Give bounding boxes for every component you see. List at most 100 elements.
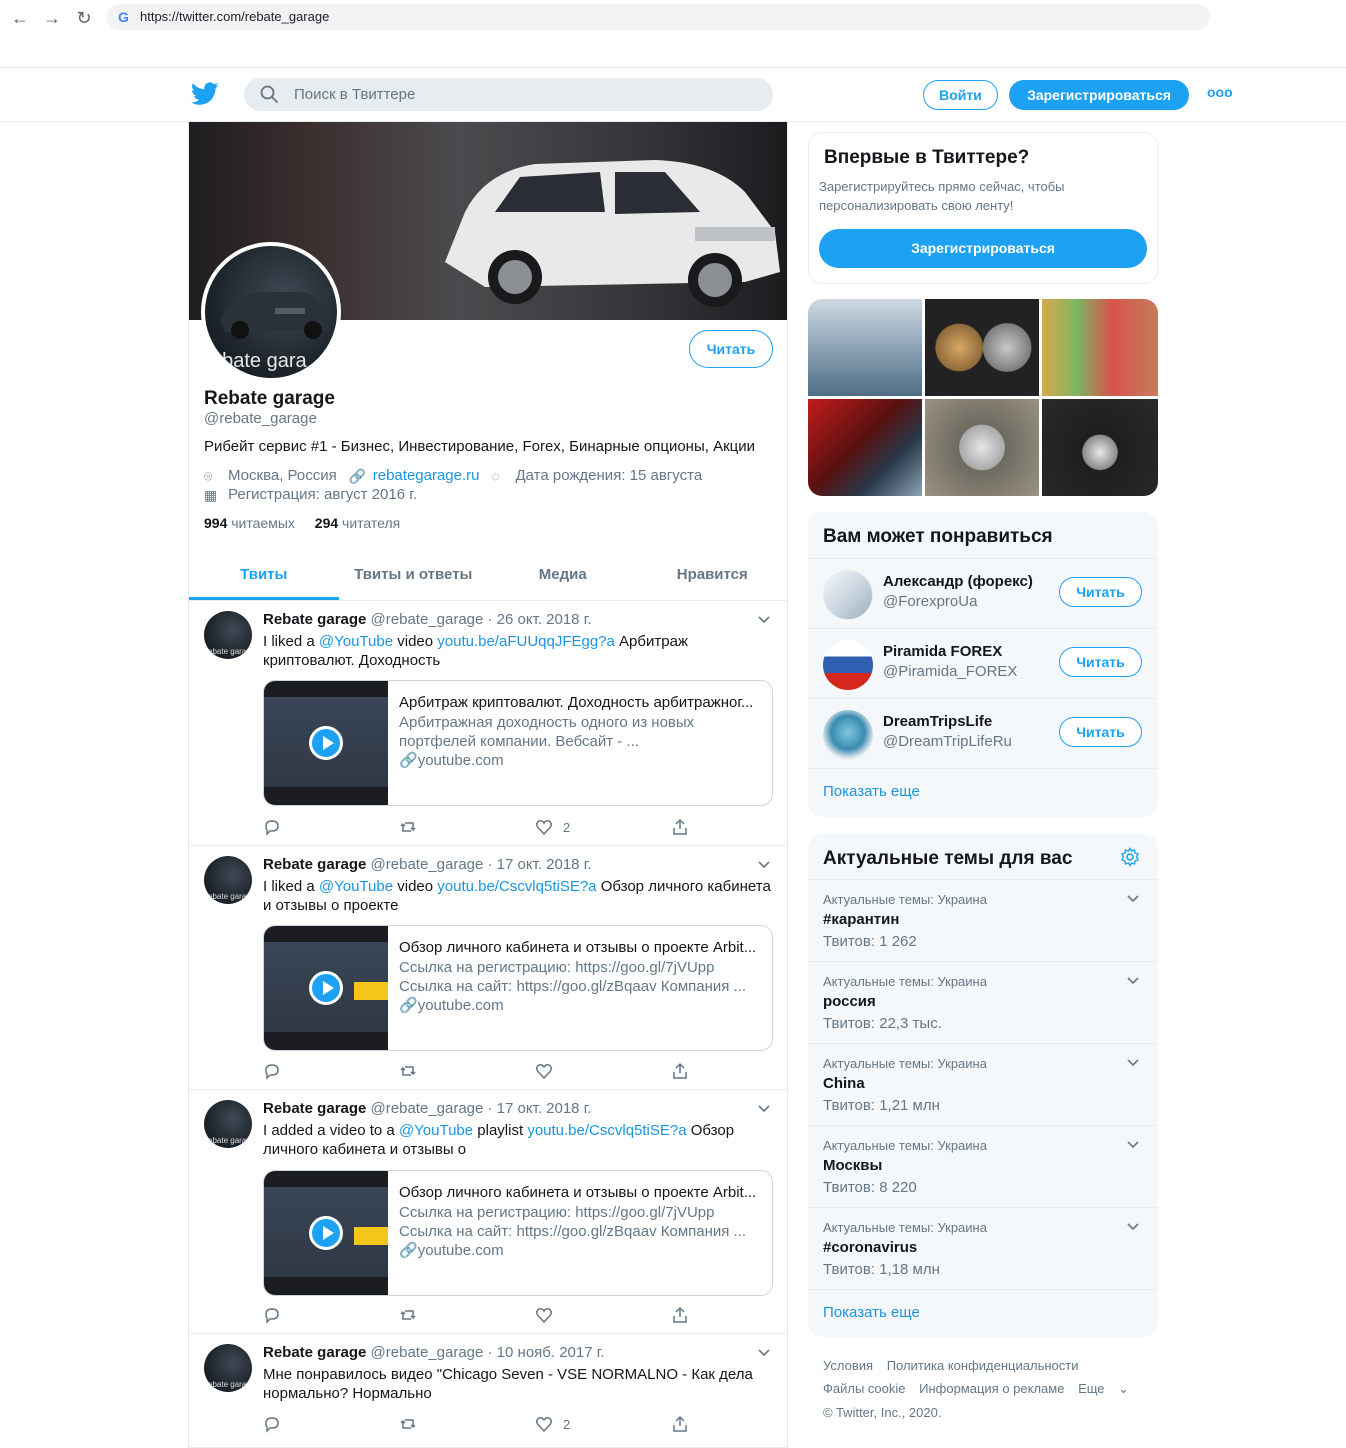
media-thumbnail[interactable] bbox=[808, 299, 922, 396]
like-icon[interactable] bbox=[535, 1061, 553, 1081]
chevron-down-icon[interactable] bbox=[1126, 1138, 1140, 1152]
video-thumbnail[interactable] bbox=[264, 926, 388, 1050]
trend-item[interactable]: Актуальные темы: Украина #карантин Твито… bbox=[808, 879, 1158, 961]
footer-privacy-link[interactable]: Политика конфиденциальности bbox=[887, 1358, 1079, 1373]
reply-icon[interactable] bbox=[263, 1061, 281, 1081]
tweet-author-name[interactable]: Rebate garage bbox=[263, 856, 366, 873]
twitter-logo-icon[interactable] bbox=[191, 82, 219, 106]
tab-media[interactable]: Медиа bbox=[488, 553, 638, 600]
forward-icon[interactable]: → bbox=[40, 6, 64, 30]
url-text[interactable]: https://twitter.com/rebate_garage bbox=[140, 9, 329, 24]
tab-tweets[interactable]: Твиты bbox=[189, 553, 339, 600]
tweet-meta[interactable]: @rebate_garage · 26 окт. 2018 г. bbox=[371, 611, 592, 628]
tweet-link[interactable]: youtu.be/Cscvlq5tiSE?a bbox=[527, 1122, 686, 1139]
share-icon[interactable] bbox=[671, 1414, 689, 1434]
profile-website-link[interactable]: rebategarage.ru bbox=[373, 467, 480, 484]
suggestion-name[interactable]: Piramida FOREX bbox=[883, 643, 1002, 660]
footer-ads-link[interactable]: Информация о рекламе bbox=[919, 1381, 1064, 1396]
retweet-icon[interactable] bbox=[399, 1305, 417, 1325]
suggestion-name[interactable]: Александр (форекс) bbox=[883, 573, 1033, 590]
chevron-down-icon[interactable] bbox=[1126, 892, 1140, 906]
trend-item[interactable]: Актуальные темы: Украина Москвы Твитов: … bbox=[808, 1125, 1158, 1207]
suggestion-item[interactable]: Александр (форекс) @ForexproUa Читать bbox=[808, 558, 1158, 628]
share-icon[interactable] bbox=[671, 1305, 689, 1325]
profile-avatar[interactable]: ebate gara bbox=[201, 242, 341, 382]
like-icon[interactable]: 2 bbox=[535, 817, 570, 837]
reload-icon[interactable]: ↻ bbox=[72, 6, 96, 30]
avatar[interactable] bbox=[823, 640, 873, 690]
play-icon[interactable] bbox=[309, 726, 343, 760]
tweet[interactable]: ebate gara Rebate garage @rebate_garage … bbox=[189, 846, 787, 1090]
trend-name[interactable]: China bbox=[823, 1075, 865, 1092]
show-more-link[interactable]: Показать еще bbox=[823, 1304, 920, 1321]
tweet-author-name[interactable]: Rebate garage bbox=[263, 1344, 366, 1361]
follow-button[interactable]: Читать bbox=[1059, 647, 1142, 677]
link-card[interactable]: Обзор личного кабинета и отзывы о проект… bbox=[263, 1170, 773, 1296]
trend-item[interactable]: Актуальные темы: Украина россия Твитов: … bbox=[808, 961, 1158, 1043]
tweet[interactable]: ebate gara Rebate garage @rebate_garage … bbox=[189, 1090, 787, 1334]
media-thumbnail[interactable] bbox=[808, 399, 922, 496]
address-bar[interactable]: G https://twitter.com/rebate_garage bbox=[106, 4, 1210, 30]
link-card[interactable]: Обзор личного кабинета и отзывы о проект… bbox=[263, 925, 773, 1051]
trend-name[interactable]: россия bbox=[823, 993, 876, 1010]
follow-button[interactable]: Читать bbox=[1059, 717, 1142, 747]
signup-promo-button[interactable]: Зарегистрироваться bbox=[819, 229, 1147, 268]
link-card[interactable]: Арбитраж криптовалют. Доходность арбитра… bbox=[263, 680, 773, 806]
signup-button[interactable]: Зарегистрироваться bbox=[1009, 80, 1189, 110]
trend-item[interactable]: Актуальные темы: Украина #coronavirus Тв… bbox=[808, 1207, 1158, 1289]
chevron-down-icon[interactable] bbox=[1126, 1220, 1140, 1234]
tweet-author-name[interactable]: Rebate garage bbox=[263, 1100, 366, 1117]
search-input[interactable] bbox=[294, 78, 754, 111]
back-icon[interactable]: ← bbox=[8, 6, 32, 30]
trend-name[interactable]: #coronavirus bbox=[823, 1239, 917, 1256]
tweet[interactable]: ebate gara Rebate garage @rebate_garage … bbox=[189, 601, 787, 846]
retweet-icon[interactable] bbox=[399, 1414, 417, 1434]
tweet-author-name[interactable]: Rebate garage bbox=[263, 611, 366, 628]
media-thumbnail[interactable] bbox=[925, 299, 1039, 396]
chevron-down-icon[interactable] bbox=[757, 1346, 771, 1360]
reply-icon[interactable] bbox=[263, 1305, 281, 1325]
chevron-down-icon[interactable] bbox=[1126, 1056, 1140, 1070]
follow-button[interactable]: Читать bbox=[689, 330, 773, 368]
reply-icon[interactable] bbox=[263, 817, 281, 837]
tweet-avatar[interactable]: ebate gara bbox=[204, 1344, 252, 1392]
tweet-link[interactable]: youtu.be/Cscvlq5tiSE?a bbox=[437, 878, 596, 895]
share-icon[interactable] bbox=[671, 817, 689, 837]
like-icon[interactable] bbox=[535, 1305, 553, 1325]
trend-name[interactable]: #карантин bbox=[823, 911, 899, 928]
avatar[interactable] bbox=[823, 710, 873, 760]
footer-terms-link[interactable]: Условия bbox=[823, 1358, 873, 1373]
followers-link[interactable]: 294 читателя bbox=[315, 515, 400, 531]
tweet[interactable]: ebate gara Rebate garage @rebate_garage … bbox=[189, 1334, 787, 1448]
media-thumbnail[interactable] bbox=[925, 399, 1039, 496]
tweet-meta[interactable]: @rebate_garage · 10 нояб. 2017 г. bbox=[371, 1344, 605, 1361]
video-thumbnail[interactable] bbox=[264, 681, 388, 805]
suggestion-item[interactable]: Piramida FOREX @Piramida_FOREX Читать bbox=[808, 628, 1158, 698]
chevron-down-icon[interactable] bbox=[1126, 974, 1140, 988]
chevron-down-icon[interactable] bbox=[757, 613, 771, 627]
tweet-avatar[interactable]: ebate gara bbox=[204, 611, 252, 659]
retweet-icon[interactable] bbox=[399, 1061, 417, 1081]
follow-button[interactable]: Читать bbox=[1059, 577, 1142, 607]
gear-icon[interactable] bbox=[1120, 847, 1140, 867]
avatar[interactable] bbox=[823, 570, 873, 620]
reply-icon[interactable] bbox=[263, 1414, 281, 1434]
more-options-icon[interactable]: ooo bbox=[1207, 84, 1233, 100]
retweet-icon[interactable] bbox=[399, 817, 417, 837]
chevron-down-icon[interactable] bbox=[757, 1102, 771, 1116]
trend-name[interactable]: Москвы bbox=[823, 1157, 882, 1174]
play-icon[interactable] bbox=[309, 971, 343, 1005]
tweet-meta[interactable]: @rebate_garage · 17 окт. 2018 г. bbox=[371, 856, 592, 873]
tweet-avatar[interactable]: ebate gara bbox=[204, 856, 252, 904]
mention-link[interactable]: @YouTube bbox=[399, 1122, 473, 1139]
media-thumbnail[interactable] bbox=[1042, 399, 1158, 496]
tweet-avatar[interactable]: ebate gara bbox=[204, 1100, 252, 1148]
chevron-down-icon[interactable] bbox=[757, 858, 771, 872]
show-more-link[interactable]: Показать еще bbox=[823, 783, 920, 800]
trend-item[interactable]: Актуальные темы: Украина China Твитов: 1… bbox=[808, 1043, 1158, 1125]
video-thumbnail[interactable] bbox=[264, 1171, 388, 1295]
share-icon[interactable] bbox=[671, 1061, 689, 1081]
following-link[interactable]: 994 читаемых bbox=[204, 515, 295, 531]
footer-cookies-link[interactable]: Файлы cookie bbox=[823, 1381, 906, 1396]
search-box[interactable] bbox=[244, 78, 773, 111]
